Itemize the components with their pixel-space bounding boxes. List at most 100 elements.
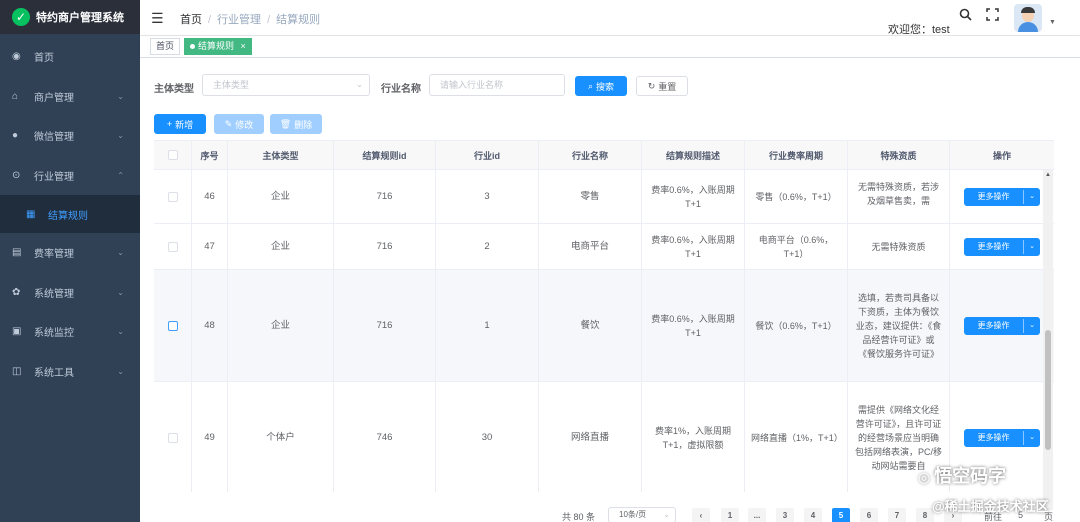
- more-actions-button[interactable]: 更多操作 ⌄: [964, 187, 1040, 206]
- cell-qualification: 无需特殊资质: [848, 224, 950, 269]
- sidebar-item-label: 系统工具: [34, 367, 74, 379]
- sidebar-item-system[interactable]: ✿ 系统管理 ⌄: [0, 273, 140, 313]
- chevron-down-icon: ⌄: [1029, 433, 1035, 441]
- wechat-logo-icon: ✓: [12, 8, 30, 26]
- reset-button[interactable]: ↻ 重置: [636, 76, 688, 96]
- row-checkbox[interactable]: [167, 432, 178, 443]
- more-actions-button[interactable]: 更多操作 ⌄: [964, 316, 1040, 335]
- avatar[interactable]: [1014, 4, 1042, 32]
- cell-industry: 餐饮: [539, 270, 642, 381]
- breadcrumb: 首页 / 行业管理 / 结算规则: [180, 11, 320, 27]
- sidebar-item-wechat[interactable]: ● 微信管理 ⌄: [0, 116, 140, 156]
- sidebar-item-label: 首页: [34, 53, 54, 65]
- sidebar-item-tools[interactable]: ◫ 系统工具 ⌄: [0, 352, 140, 392]
- row-checkbox[interactable]: [167, 241, 178, 252]
- breadcrumb-separator: /: [208, 14, 212, 26]
- row-checkbox[interactable]: [167, 191, 178, 202]
- select-all-checkbox[interactable]: [167, 150, 178, 160]
- table-header: 序号 主体类型 结算规则id 行业id 行业名称 结算规则描述 行业费率周期 特…: [154, 140, 1054, 170]
- page-button[interactable]: 1: [721, 508, 739, 522]
- row-checkbox[interactable]: [167, 320, 178, 331]
- page-button-active[interactable]: 5: [832, 508, 850, 522]
- sidebar-item-label: 结算规则: [48, 210, 88, 222]
- more-actions-button[interactable]: 更多操作 ⌄: [964, 237, 1040, 256]
- breadcrumb-industry[interactable]: 行业管理: [217, 14, 261, 26]
- plus-icon: +: [166, 119, 173, 129]
- cell-qualification: 无需特殊资质，若涉及烟草售卖，需: [848, 170, 950, 223]
- cell-rule-id: 716: [334, 270, 436, 381]
- page-button[interactable]: 3: [776, 508, 794, 522]
- app-logo[interactable]: ✓ 特约商户管理系统: [0, 0, 140, 34]
- prev-page-button[interactable]: ‹: [692, 508, 710, 522]
- sidebar-item-monitor[interactable]: ▣ 系统监控 ⌄: [0, 312, 140, 352]
- cell-industry-id: 30: [436, 382, 539, 492]
- cell-industry-id: 2: [436, 224, 539, 269]
- page-button[interactable]: 4: [804, 508, 822, 522]
- column-header: 序号: [192, 141, 228, 169]
- edit-button[interactable]: ✎ 修改: [214, 114, 264, 134]
- breadcrumb-separator: /: [267, 14, 271, 26]
- column-header: 操作: [992, 150, 1011, 161]
- cell-rule-id: 716: [334, 224, 436, 269]
- search-icon[interactable]: [959, 8, 972, 24]
- fullscreen-icon[interactable]: [986, 8, 999, 24]
- sidebar-item-home[interactable]: ◉ 首页: [0, 37, 140, 77]
- page-button[interactable]: 7: [888, 508, 906, 522]
- cell-cycle: 零售（0.6%，T+1）: [745, 170, 848, 223]
- table-row[interactable]: 48 企业 716 1 餐饮 费率0.6%，入账周期T+1 餐饮（0.6%，T+…: [154, 270, 1054, 382]
- scrollbar-thumb[interactable]: [1045, 330, 1051, 450]
- cell-actions: 更多操作 ⌄: [950, 170, 1054, 223]
- sidebar-item-rate[interactable]: ▤ 费率管理 ⌄: [0, 233, 140, 273]
- main-content: 主体类型 主体类型 ⌄ 行业名称 请输入行业名称 ⌕ 搜索 ↻ 重置 + 新增 ✎ 修改…: [140, 58, 1080, 522]
- cell-no: 46: [192, 170, 228, 223]
- more-actions-button[interactable]: 更多操作 ⌄: [964, 428, 1040, 447]
- cell-subject: 企业: [228, 170, 334, 223]
- cell-cycle: 餐饮（0.6%，T+1）: [745, 270, 848, 381]
- avatar-body: [1018, 22, 1038, 32]
- app-title: 特约商户管理系统: [36, 12, 124, 24]
- more-actions-label: 更多操作: [964, 430, 1024, 445]
- sidebar-item-merchant[interactable]: ⌂ 商户管理 ⌄: [0, 77, 140, 117]
- hamburger-icon[interactable]: ☰: [151, 10, 164, 27]
- page-ellipsis[interactable]: ...: [748, 508, 766, 522]
- chevron-down-icon: ⌄: [1029, 192, 1035, 200]
- industry-name-label: 行业名称: [381, 84, 421, 95]
- column-header: 特殊资质: [848, 141, 950, 169]
- column-header: 行业名称: [539, 141, 642, 169]
- sidebar-item-industry[interactable]: ⊙ 行业管理 ⌃: [0, 156, 140, 196]
- table-row[interactable]: 46 企业 716 3 零售 费率0.6%，入账周期T+1 零售（0.6%，T+…: [154, 170, 1054, 224]
- cell-cycle: 电商平台（0.6%，T+1）: [745, 224, 848, 269]
- rate-icon: ▤: [12, 247, 22, 259]
- row-checkbox-cell: [154, 270, 192, 381]
- industry-name-input[interactable]: 请输入行业名称: [429, 74, 565, 96]
- tag-label: 结算规则: [198, 41, 235, 51]
- table-row[interactable]: 47 企业 716 2 电商平台 费率0.6%，入账周期T+1 电商平台（0.6…: [154, 224, 1054, 270]
- sidebar-item-label: 微信管理: [34, 132, 74, 144]
- search-button[interactable]: ⌕ 搜索: [575, 76, 627, 96]
- breadcrumb-home[interactable]: 首页: [180, 14, 202, 26]
- cell-industry: 网络直播: [539, 382, 642, 492]
- chevron-down-icon: ⌄: [663, 510, 670, 519]
- tag-settlement-rules[interactable]: 结算规则 ×: [184, 38, 252, 55]
- cell-desc: 费率0.6%，入账周期T+1: [642, 170, 745, 223]
- list-icon: ▦: [26, 208, 36, 220]
- scroll-up-icon[interactable]: ▲: [1045, 172, 1051, 178]
- close-icon[interactable]: ×: [241, 41, 246, 51]
- page-button[interactable]: 6: [860, 508, 878, 522]
- caret-down-icon[interactable]: ▼: [1049, 19, 1056, 26]
- page-size-select[interactable]: 10条/页 ⌄: [608, 507, 676, 522]
- subject-type-placeholder: 主体类型: [213, 80, 250, 90]
- add-button[interactable]: + 新增: [154, 114, 206, 134]
- active-dot-icon: [190, 44, 195, 50]
- sidebar-item-label: 系统管理: [34, 288, 74, 300]
- delete-button[interactable]: 🗑 删除: [270, 114, 322, 134]
- search-button-label: 搜索: [596, 81, 615, 92]
- tag-home[interactable]: 首页: [150, 38, 181, 55]
- cell-desc: 费率1%，入账周期T+1，虚拟限额: [642, 382, 745, 492]
- column-header: 主体类型: [228, 141, 334, 169]
- sidebar-item-settlement-rules[interactable]: ▦ 结算规则: [0, 195, 140, 233]
- table-scrollbar[interactable]: ▲: [1043, 170, 1053, 510]
- watermark-author: ◎ 悟空码字: [918, 462, 1006, 488]
- subject-type-select[interactable]: 主体类型 ⌄: [202, 74, 370, 96]
- cell-rule-id: 716: [334, 170, 436, 223]
